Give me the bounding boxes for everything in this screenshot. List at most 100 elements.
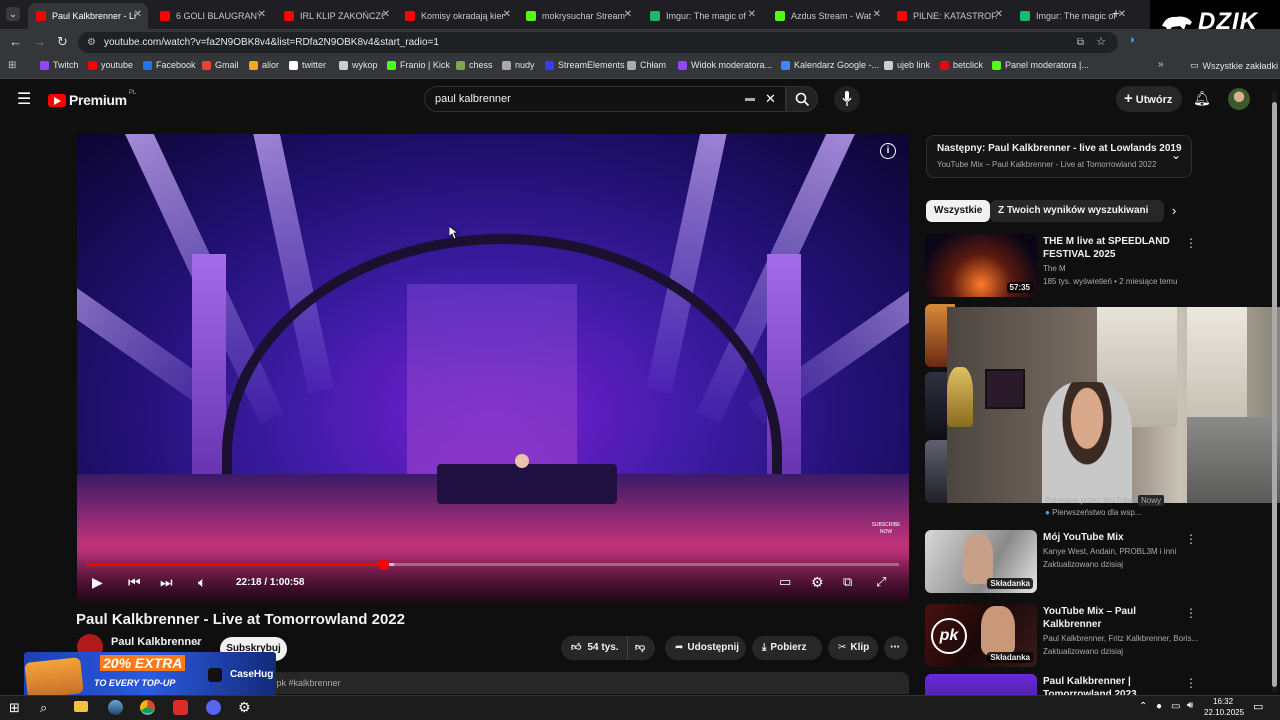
bookmark-item[interactable]: wykop [339, 60, 378, 70]
bookmark-item[interactable]: alior [249, 60, 279, 70]
chip-from-search[interactable]: Z Twoich wyników wyszukiwania [990, 200, 1162, 222]
casehug-ad-banner[interactable]: 20% EXTRA TO EVERY TOP-UP CaseHug [24, 652, 276, 699]
more-actions-button[interactable]: ⋯ [884, 636, 908, 660]
chevron-right-icon[interactable]: › [1172, 203, 1176, 218]
tab-close-icon[interactable]: ✕ [134, 9, 142, 20]
tab-close-icon[interactable]: ✕ [995, 9, 1003, 20]
chevron-down-icon[interactable]: ⌄ [1171, 148, 1181, 162]
bookmark-item[interactable]: Kalendarz Google -... [781, 60, 879, 70]
notifications-icon[interactable]: ▭ [1253, 700, 1263, 713]
tray-chevron-icon[interactable]: ⌃ [1139, 701, 1147, 712]
clock-time[interactable]: 16:32 [1213, 697, 1233, 706]
like-button[interactable]: 👍︎ 54 tys. [561, 636, 627, 660]
channel-name[interactable]: Paul Kalkbrenner [111, 636, 201, 648]
avatar[interactable] [1228, 88, 1250, 110]
tab-search-button[interactable]: ⌄ [6, 7, 20, 21]
progress-bar[interactable] [87, 559, 899, 570]
keyboard-icon[interactable]: ▬ [745, 87, 755, 111]
tab-close-icon[interactable]: ✕ [503, 9, 511, 20]
bookmark-star-icon[interactable]: ☆ [1096, 32, 1106, 53]
extension-icon[interactable]: ◑ [1128, 34, 1135, 46]
page-scrollbar[interactable] [1272, 92, 1277, 692]
previous-button[interactable]: ⏮︎ [128, 574, 141, 591]
subtitles-icon[interactable]: ▭ [779, 574, 791, 590]
more-vertical-icon[interactable]: ⋮ [1185, 236, 1197, 250]
bookmark-item[interactable]: Gmail [202, 60, 239, 70]
bookmark-item[interactable]: twitter [289, 60, 326, 70]
create-button[interactable]: + Utwórz [1116, 86, 1182, 112]
reload-icon[interactable]: ↻ [57, 34, 68, 50]
browser-tab[interactable]: Azdus Stream - Wat ✕ [767, 3, 887, 29]
scrubber-handle[interactable] [377, 559, 389, 570]
bookmark-item[interactable]: ujeb link [884, 60, 930, 70]
menu-icon[interactable]: ☰ [17, 89, 31, 109]
install-app-icon[interactable]: ⧉ [1077, 32, 1084, 53]
recommendation-item[interactable]: 57:35 THE M live at SPEEDLAND FESTIVAL 2… [925, 234, 1197, 298]
microphone-tray-icon[interactable]: ● [1156, 701, 1162, 712]
download-button[interactable]: ⤓ Pobierz [752, 636, 822, 660]
bookmark-item[interactable]: Widok moderatora... [678, 60, 772, 70]
bookmark-item[interactable]: Twitch [40, 60, 79, 70]
bookmark-item[interactable]: Chłam [627, 60, 666, 70]
recommendation-item[interactable]: Składanka Mój YouTube Mix Kanye West, An… [925, 530, 1197, 594]
clock-date[interactable]: 22.10.2025 [1204, 708, 1244, 717]
dislike-button[interactable]: 👎︎ [627, 636, 655, 660]
browser-tab[interactable]: PILNE: KATASTROFA ✕ [889, 3, 1009, 29]
more-vertical-icon[interactable]: ⋮ [1185, 606, 1197, 620]
youtube-logo[interactable]: Premium PL [48, 90, 136, 108]
bookmark-item[interactable]: StreamElements [545, 60, 625, 70]
info-icon[interactable]: i [880, 143, 896, 159]
windows-start-icon[interactable]: ⊞ [9, 700, 20, 716]
up-next-panel[interactable]: Następny: Paul Kalkbrenner - live at Low… [926, 135, 1192, 178]
voice-search-button[interactable] [834, 86, 860, 112]
browser-tab[interactable]: mokrysuchar Stream ✕ [518, 3, 638, 29]
app-icon[interactable] [173, 700, 188, 715]
settings-gear-icon[interactable]: ⚙ [238, 699, 251, 716]
app-icon[interactable] [108, 700, 123, 715]
site-info-icon[interactable]: ⚙ [87, 32, 96, 53]
recommendation-item[interactable]: pk Składanka YouTube Mix – Paul Kalkbren… [925, 604, 1198, 668]
bookmark-item[interactable]: Facebook [143, 60, 196, 70]
video-player[interactable]: i SUBSCRIBE NOW ▶ ⏮︎ ⏭︎ 🔈︎ 22:18 / 1:00:… [77, 134, 909, 602]
tab-close-icon[interactable]: ✕ [624, 9, 632, 20]
search-button[interactable] [786, 86, 818, 112]
settings-gear-icon[interactable]: ⚙ [811, 574, 824, 591]
bookmark-item[interactable]: youtube [88, 60, 133, 70]
bookmark-item[interactable]: Panel moderatora |... [992, 60, 1089, 70]
apps-grid-icon[interactable]: ⊞ [8, 60, 16, 71]
bookmark-item[interactable]: Franio | Kick [387, 60, 450, 70]
recommendation-item[interactable]: Paul Kalkbrenner | Tomorrowland 2023 ⋮ [925, 674, 1195, 695]
fullscreen-icon[interactable]: ⤢ [876, 574, 886, 590]
chip-more[interactable] [1148, 200, 1164, 222]
new-tab-button[interactable]: + [1112, 5, 1120, 21]
chrome-icon[interactable] [140, 700, 155, 715]
bookmark-item[interactable]: nudy [502, 60, 535, 70]
url-bar[interactable]: ⚙ youtube.com/watch?v=fa2N9OBK8v4&list=R… [78, 32, 1118, 53]
tab-close-icon[interactable]: ✕ [382, 9, 390, 20]
browser-tab[interactable]: Komisy okradają kier ✕ [397, 3, 517, 29]
more-bookmarks-icon[interactable]: » [1158, 59, 1164, 70]
file-explorer-icon[interactable] [74, 701, 88, 712]
network-icon[interactable]: ▭ [1171, 701, 1180, 712]
back-icon[interactable]: ← [9, 34, 22, 49]
discord-icon[interactable] [206, 700, 221, 715]
search-icon[interactable]: ⌕ [40, 700, 47, 716]
next-button[interactable]: ⏭︎ [160, 574, 173, 591]
browser-tab[interactable]: IRL KLIP ZAKOŃCZO ✕ [276, 3, 396, 29]
clear-search-icon[interactable]: ✕ [765, 87, 776, 111]
browser-tab[interactable]: 6 GOLI BLAUGRANY! ✕ [152, 3, 272, 29]
play-button[interactable]: ▶ [92, 574, 103, 591]
bookmark-item[interactable]: betclick [940, 60, 983, 70]
search-input[interactable]: paul kalbrenner ▬ ✕ [424, 86, 786, 112]
volume-icon[interactable]: 🔈︎ [198, 574, 206, 591]
tab-close-icon[interactable]: ✕ [748, 9, 756, 20]
share-button[interactable]: ➦ Udostępnij [665, 636, 746, 660]
miniplayer-icon[interactable]: ⧉ [843, 574, 852, 590]
subscribe-watermark[interactable]: SUBSCRIBE NOW [871, 522, 901, 550]
volume-tray-icon[interactable]: 🔊︎ [1187, 700, 1193, 711]
tab-close-icon[interactable]: ✕ [258, 9, 266, 20]
bookmark-item[interactable]: chess [456, 60, 493, 70]
tab-close-icon[interactable]: ✕ [873, 9, 881, 20]
all-bookmarks[interactable]: ▭ Wszystkie zakładki [1190, 60, 1278, 71]
browser-tab[interactable]: Paul Kalkbrenner - Li ✕ [28, 3, 148, 29]
